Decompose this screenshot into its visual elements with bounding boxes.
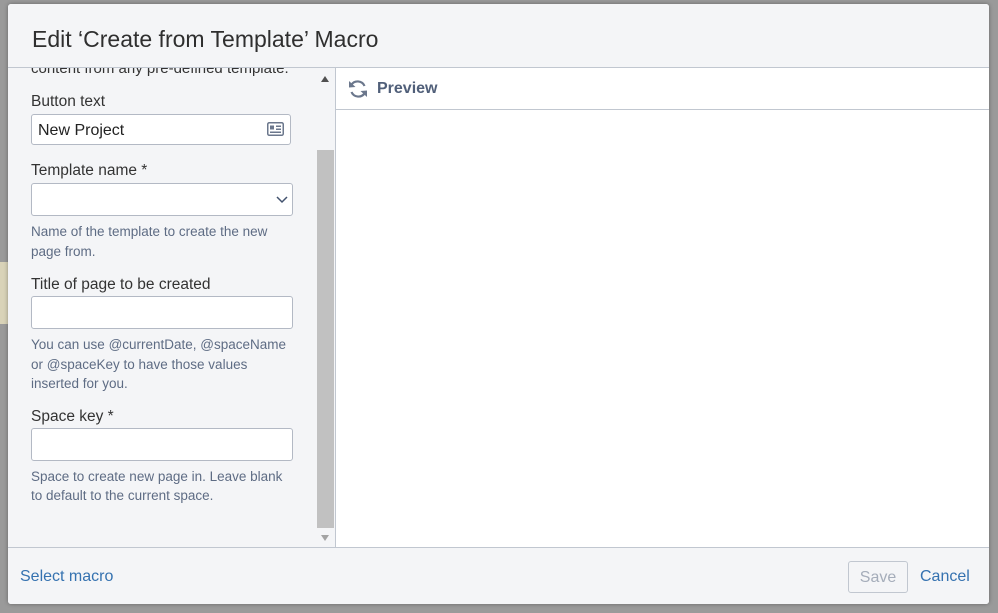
- dialog-body: content from any pre-defined template. B…: [8, 68, 989, 547]
- chevron-down-icon: [276, 196, 288, 204]
- form-scrollbar[interactable]: [316, 68, 335, 547]
- template-name-help: Name of the template to create the new p…: [31, 224, 268, 259]
- preview-header: Preview: [336, 68, 989, 110]
- button-text-label: Button text: [31, 93, 106, 110]
- button-text-value: New Project: [38, 122, 125, 139]
- background-page-fragment: [0, 262, 8, 324]
- scroll-down-arrow-icon[interactable]: [320, 534, 330, 542]
- dialog-header: Edit ‘Create from Template’ Macro: [8, 4, 989, 68]
- macro-edit-dialog: Edit ‘Create from Template’ Macro conten…: [8, 4, 989, 604]
- template-name-select[interactable]: [31, 183, 293, 216]
- scrollbar-thumb[interactable]: [317, 150, 334, 528]
- select-macro-link[interactable]: Select macro: [20, 567, 113, 587]
- contact-card-icon[interactable]: [267, 122, 284, 136]
- macro-parameters-form: content from any pre-defined template. B…: [31, 68, 293, 506]
- preview-label: Preview: [377, 80, 438, 97]
- space-key-help: Space to create new page in. Leave blank…: [31, 468, 283, 504]
- page-title-input[interactable]: [31, 296, 293, 329]
- preview-panel: Preview: [335, 68, 989, 547]
- cancel-link[interactable]: Cancel: [920, 567, 970, 587]
- template-name-label: Template name *: [31, 162, 148, 179]
- scroll-up-arrow-icon[interactable]: [320, 75, 330, 83]
- dialog-footer: Select macro Save Cancel: [8, 547, 989, 604]
- refresh-icon[interactable]: [347, 78, 369, 100]
- page-title-label: Title of page to be created: [31, 276, 211, 293]
- space-key-input[interactable]: [31, 427, 293, 461]
- page-title-help: You can use @currentDate, @spaceName or …: [31, 337, 287, 391]
- macro-parameters-panel[interactable]: content from any pre-defined template. B…: [8, 68, 316, 547]
- save-button[interactable]: Save: [848, 561, 908, 593]
- button-text-input[interactable]: New Project: [31, 114, 291, 145]
- macro-description: content from any pre-defined template.: [31, 68, 289, 77]
- space-key-label: Space key *: [31, 407, 114, 425]
- dialog-title: Edit ‘Create from Template’ Macro: [32, 26, 379, 52]
